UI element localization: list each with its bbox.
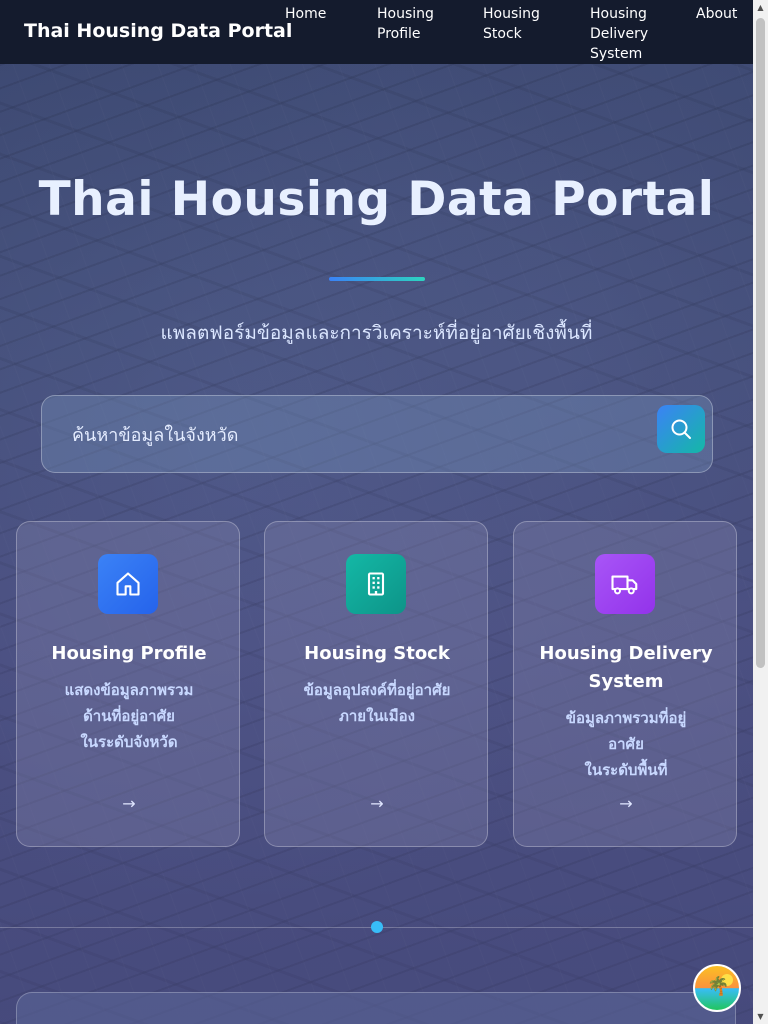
card-housing-profile[interactable]: Housing Profile แสดงข้อมูลภาพรวม ด้านที่… — [16, 521, 240, 847]
nav-item-label: About — [696, 6, 738, 22]
card-desc-line: ในระดับพื้นที่ — [584, 761, 668, 779]
nav-item-label: Housing — [483, 6, 540, 22]
top-navbar: Thai Housing Data Portal Home Housing Pr… — [0, 0, 753, 64]
arrow-right-icon[interactable]: → — [265, 794, 489, 813]
card-description: ข้อมูลภาพรวมที่อยู่ อาศัย ในระดับพื้นที่ — [530, 705, 722, 783]
card-icon-box — [346, 554, 406, 614]
hero-title: Thai Housing Data Portal — [38, 172, 715, 227]
province-search-bar — [41, 395, 713, 473]
truck-icon — [611, 575, 638, 595]
card-title-line: Housing Delivery — [539, 643, 713, 664]
card-desc-line: ด้านที่อยู่อาศัย — [83, 707, 175, 725]
arrow-right-icon[interactable]: → — [514, 794, 738, 813]
card-title: Housing Profile — [27, 640, 231, 668]
card-housing-stock[interactable]: Housing Stock ข้อมูลอุปสงค์ที่อยู่อาศัย … — [264, 521, 488, 847]
brand-logo-text[interactable]: Thai Housing Data Portal — [24, 20, 292, 42]
search-icon — [671, 419, 691, 439]
card-title: Housing Stock — [275, 640, 479, 668]
nav-item-home[interactable]: Home — [285, 4, 326, 24]
home-icon — [116, 572, 140, 596]
card-desc-line: ข้อมูลภาพรวมที่อยู่ — [565, 709, 687, 727]
building-icon — [367, 572, 385, 596]
nav-item-label: System — [590, 46, 643, 62]
bottom-section-panel — [16, 992, 736, 1024]
card-title: Housing Delivery System — [524, 640, 728, 696]
scrollbar-thumb[interactable] — [756, 18, 765, 668]
hero-divider — [329, 277, 425, 281]
card-icon-box — [595, 554, 655, 614]
carousel-dot-active[interactable] — [371, 921, 383, 933]
card-desc-line: แสดงข้อมูลภาพรวม — [64, 681, 194, 699]
card-desc-line: ข้อมูลอุปสงค์ที่อยู่อาศัย — [303, 681, 451, 699]
nav-item-label: Delivery — [590, 26, 649, 42]
card-description: แสดงข้อมูลภาพรวม ด้านที่อยู่อาศัย ในระดั… — [33, 677, 225, 755]
card-title-line: Housing Stock — [304, 643, 450, 664]
card-icon-box — [98, 554, 158, 614]
search-button[interactable] — [657, 405, 705, 453]
chat-fab-button[interactable]: 🌴 — [693, 964, 741, 1012]
card-description: ข้อมูลอุปสงค์ที่อยู่อาศัย ภายในเมือง — [281, 677, 473, 729]
card-title-line: Housing Profile — [51, 643, 207, 664]
hero-subtitle: แพลตฟอร์มข้อมูลและการวิเคราะห์ที่อยู่อาศ… — [160, 322, 593, 344]
nav-item-housing-delivery-system[interactable]: Housing Delivery System — [590, 4, 648, 64]
card-desc-line: อาศัย — [608, 735, 644, 753]
card-desc-line: ในระดับจังหวัด — [80, 733, 178, 751]
card-desc-line: ภายในเมือง — [338, 707, 416, 725]
card-housing-delivery-system[interactable]: Housing Delivery System ข้อมูลภาพรวมที่อ… — [513, 521, 737, 847]
nav-item-housing-stock[interactable]: Housing Stock — [483, 4, 540, 44]
nav-item-label: Home — [285, 6, 327, 22]
scroll-down-arrow-icon[interactable]: ▼ — [753, 1009, 768, 1024]
palm-tree-icon: 🌴 — [707, 976, 730, 997]
scroll-up-arrow-icon[interactable]: ▲ — [753, 0, 768, 15]
nav-item-label: Housing — [377, 6, 434, 22]
card-title-line: System — [588, 671, 664, 692]
nav-item-label: Profile — [377, 26, 421, 42]
nav-item-housing-profile[interactable]: Housing Profile — [377, 4, 434, 44]
search-input[interactable] — [72, 420, 632, 450]
nav-item-label: Stock — [483, 26, 522, 42]
nav-item-label: Housing — [590, 6, 647, 22]
vertical-scrollbar[interactable]: ▲ ▼ — [753, 0, 768, 1024]
arrow-right-icon[interactable]: → — [17, 794, 241, 813]
nav-item-about[interactable]: About — [696, 4, 737, 24]
